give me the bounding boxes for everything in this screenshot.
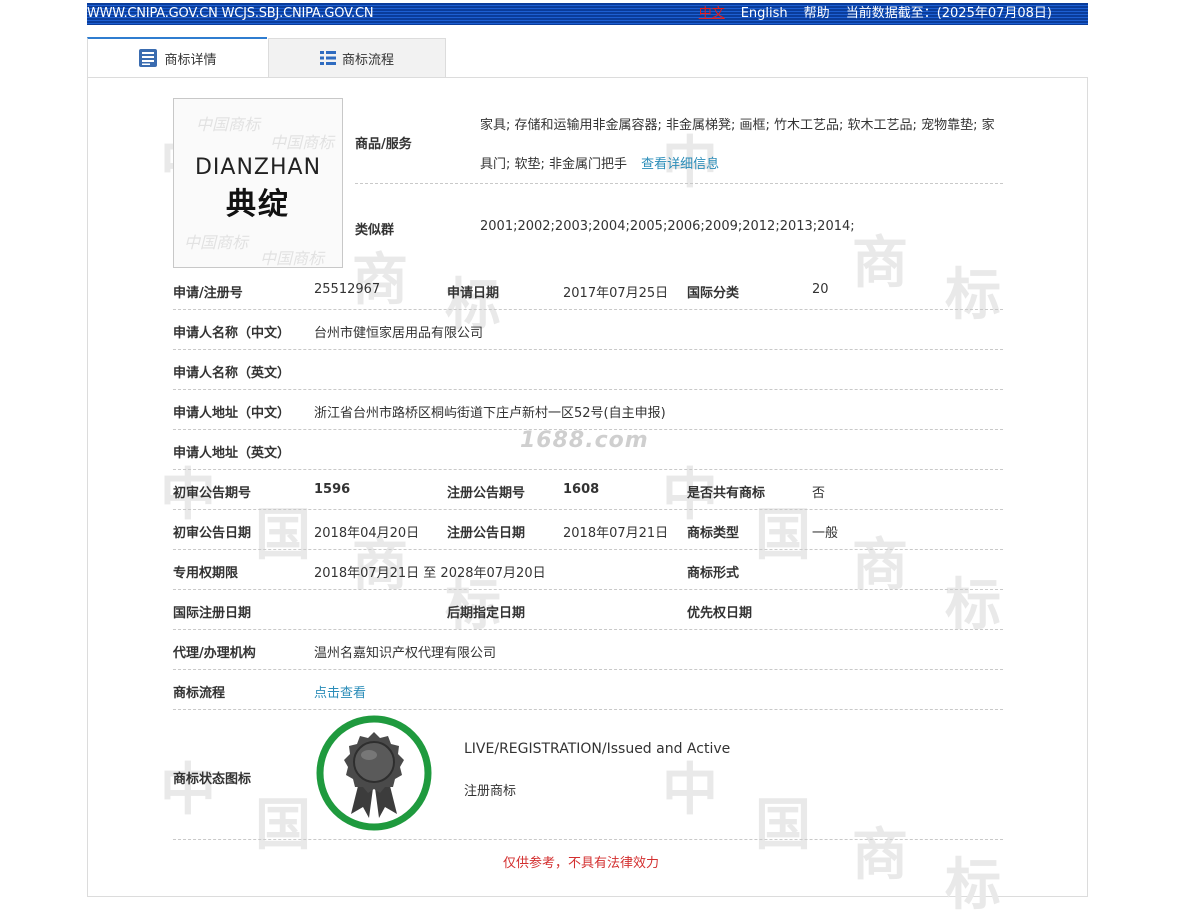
trademark-detail: 中国商标 中国商标 中国商标 中国商标 DIANZHAN 典绽 商品/服务 家具… [0,0,1178,884]
reg-notice-date-value: 2018年07月21日 [563,526,669,541]
divider [173,429,1003,430]
divider [173,839,1003,840]
divider [173,669,1003,670]
prelim-date-value: 2018年04月20日 [314,526,420,541]
status-icon-label: 商标状态图标 [173,772,252,787]
tm-form-label: 商标形式 [687,566,740,581]
applicant-cn-value: 台州市健恒家居用品有限公司 [314,326,484,341]
prelim-date-label: 初审公告日期 [173,526,252,541]
registered-badge-icon [316,715,432,831]
goods-label: 商品/服务 [355,137,412,152]
prelim-no-value: 1596 [314,482,351,497]
applicant-en-label: 申请人名称（英文） [173,366,291,381]
exclusive-label: 专用权期限 [173,566,239,581]
priority-date-label: 优先权日期 [687,606,753,621]
apply-date-label: 申请日期 [447,286,500,301]
exclusive-value: 2018年07月21日 至 2028年07月20日 [314,566,546,581]
divider [173,509,1003,510]
trademark-image: 中国商标 中国商标 中国商标 中国商标 DIANZHAN 典绽 [173,98,343,268]
divider [355,183,1003,184]
divider [173,629,1003,630]
divider [173,709,1003,710]
later-date-label: 后期指定日期 [447,606,526,621]
address-cn-value: 浙江省台州市路桥区桐屿街道下庄卢新村一区52号(自主申报) [314,406,666,421]
agent-value: 温州名嘉知识产权代理有限公司 [314,646,497,661]
similar-group-label: 类似群 [355,223,395,238]
tm-type-label: 商标类型 [687,526,740,541]
goods-list: 家具; 存储和运输用非金属容器; 非金属梯凳; 画框; 竹木工艺品; 软木工艺品… [480,106,1000,184]
disclaimer: 仅供参考，不具有法律效力 [503,856,660,871]
reg-notice-no-value: 1608 [563,482,600,497]
flow-view-link[interactable]: 点击查看 [314,682,366,701]
shared-value: 否 [812,486,826,501]
applicant-cn-label: 申请人名称（中文） [173,326,291,341]
prelim-no-label: 初审公告期号 [173,486,252,501]
status-en: LIVE/REGISTRATION/Issued and Active [464,741,731,757]
shared-label: 是否共有商标 [687,486,766,501]
divider [173,309,1003,310]
reg-no-label: 申请/注册号 [173,286,243,301]
divider [173,349,1003,350]
goods-text: 家具; 存储和运输用非金属容器; 非金属梯凳; 画框; 竹木工艺品; 软木工艺品… [480,118,995,172]
divider [173,389,1003,390]
flow-label: 商标流程 [173,686,226,701]
intl-class-label: 国际分类 [687,286,740,301]
intl-class-value: 20 [812,282,829,297]
reg-no-value: 25512967 [314,282,381,297]
address-cn-label: 申请人地址（中文） [173,406,291,421]
agent-label: 代理/办理机构 [173,646,256,661]
address-en-label: 申请人地址（英文） [173,446,291,461]
reg-notice-no-label: 注册公告期号 [447,486,526,501]
trademark-text-zh: 典绽 [226,187,290,222]
tm-type-value: 一般 [812,526,839,541]
divider [173,469,1003,470]
trademark-text-en: DIANZHAN [194,155,322,180]
divider [173,589,1003,590]
apply-date-value: 2017年07月25日 [563,286,669,301]
divider [173,549,1003,550]
similar-group-value: 2001;2002;2003;2004;2005;2006;2009;2012;… [480,219,855,234]
reg-notice-date-label: 注册公告日期 [447,526,526,541]
intl-reg-date-label: 国际注册日期 [173,606,252,621]
goods-detail-link[interactable]: 查看详细信息 [641,157,719,172]
status-zh: 注册商标 [464,784,517,799]
